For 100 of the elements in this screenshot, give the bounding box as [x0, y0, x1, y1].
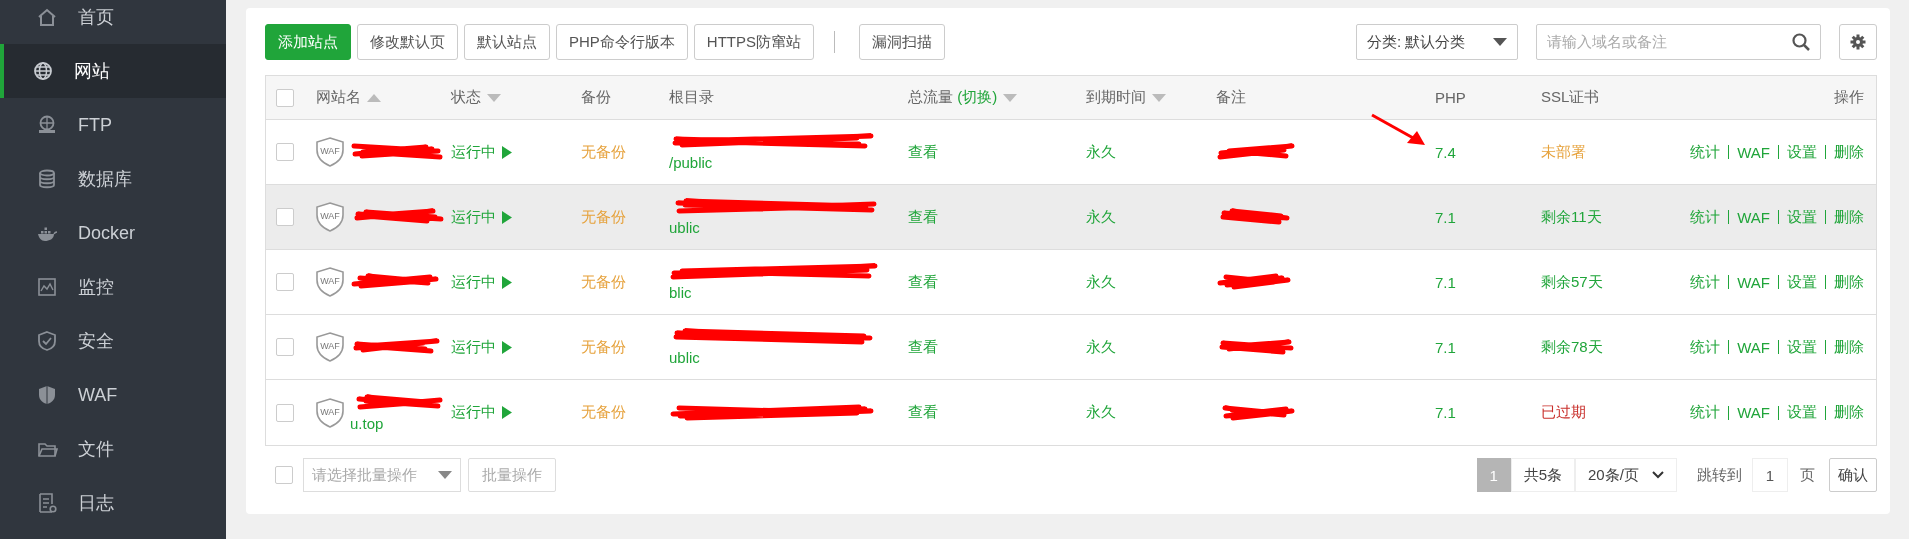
category-dropdown[interactable]: 分类: 默认分类	[1356, 24, 1518, 60]
waf-shield-icon: WAF	[316, 202, 344, 232]
action-link[interactable]: 设置	[1787, 272, 1817, 292]
add-button[interactable]: 添加站点	[265, 24, 351, 60]
traffic-link[interactable]: 查看	[908, 142, 938, 162]
ssl-status[interactable]: 剩余57天	[1541, 272, 1603, 292]
action-link[interactable]: 删除	[1834, 207, 1864, 227]
traffic-link[interactable]: 查看	[908, 403, 938, 422]
expiry-text[interactable]: 永久	[1086, 403, 1116, 422]
action-link[interactable]: WAF	[1737, 404, 1770, 421]
table-row[interactable]: WAF 运行中 无备份 blic 查看 永久 7.1 剩余57天 统计 WAF 设置 删除	[266, 250, 1876, 315]
settings-button[interactable]	[1839, 24, 1877, 60]
action-link[interactable]: 设置	[1787, 207, 1817, 227]
sidebar-item[interactable]: 数据库	[0, 152, 226, 206]
table-row[interactable]: WAF 运行中 无备份 ublic 查看 永久 7.1 剩余78天 统计 WAF 设置 删除	[266, 315, 1876, 380]
sort-down-icon[interactable]	[487, 92, 501, 103]
ssl-status[interactable]: 剩余78天	[1541, 337, 1603, 357]
sidebar-item[interactable]: WAF	[0, 368, 226, 422]
backup-status[interactable]: 无备份	[581, 272, 626, 292]
confirm-button[interactable]: 确认	[1829, 458, 1877, 492]
action-link[interactable]: 删除	[1834, 403, 1864, 422]
backup-status[interactable]: 无备份	[581, 403, 626, 422]
php-version[interactable]: 7.1	[1435, 273, 1456, 291]
column-header: 总流量 (切换)	[908, 88, 998, 107]
checkbox[interactable]	[276, 208, 294, 226]
status-text[interactable]: 运行中	[451, 272, 496, 292]
action-link[interactable]: 统计	[1690, 272, 1721, 292]
ssl-status[interactable]: 已过期	[1541, 403, 1586, 422]
ssl-status[interactable]: 未部署	[1541, 142, 1586, 162]
action-link[interactable]: WAF	[1737, 143, 1770, 161]
root-path[interactable]: ublic	[669, 218, 879, 238]
sort-down-icon[interactable]	[1003, 92, 1018, 103]
action-link[interactable]: 统计	[1690, 403, 1721, 422]
status-text[interactable]: 运行中	[451, 337, 496, 357]
sidebar-item[interactable]: 安全	[0, 314, 226, 368]
site-name[interactable]: u.top	[350, 413, 445, 434]
sort-up-icon[interactable]	[367, 92, 381, 103]
play-icon	[502, 210, 512, 224]
traffic-link[interactable]: 查看	[908, 272, 938, 292]
ssl-status[interactable]: 剩余11天	[1541, 207, 1602, 227]
root-path[interactable]: /public	[669, 153, 879, 173]
backup-status[interactable]: 无备份	[581, 142, 626, 162]
action-link[interactable]: WAF	[1737, 338, 1770, 356]
toolbar-button[interactable]: HTTPS防窜站	[693, 24, 814, 60]
expiry-text[interactable]: 永久	[1086, 337, 1116, 357]
action-link[interactable]: 删除	[1834, 337, 1864, 357]
sidebar-item[interactable]: FTP	[0, 98, 226, 152]
action-link[interactable]: WAF	[1737, 208, 1770, 226]
column-header: 操作	[1834, 88, 1864, 107]
sidebar-item[interactable]: 监控	[0, 260, 226, 314]
sidebar-item[interactable]: 文件	[0, 422, 226, 476]
page-button[interactable]: 1	[1476, 458, 1511, 492]
status-text[interactable]: 运行中	[451, 403, 496, 422]
action-link[interactable]: 统计	[1690, 207, 1721, 227]
action-link[interactable]: 设置	[1787, 403, 1817, 422]
action-link[interactable]: 统计	[1690, 142, 1721, 162]
table-row[interactable]: WAF 运行中 无备份 ublic 查看 永久 7.1 剩余11天 统计 WAF 设置 删除	[266, 185, 1876, 250]
action-link[interactable]: 设置	[1787, 337, 1817, 357]
action-link[interactable]: 删除	[1834, 142, 1864, 162]
action-link[interactable]: 统计	[1690, 337, 1721, 357]
sidebar-item[interactable]: Docker	[0, 206, 226, 260]
traffic-link[interactable]: 查看	[908, 337, 938, 357]
php-version[interactable]: 7.1	[1435, 404, 1456, 421]
traffic-link[interactable]: 查看	[908, 207, 938, 227]
action-link[interactable]: 设置	[1787, 142, 1817, 162]
toolbar-button[interactable]: 漏洞扫描	[859, 24, 945, 60]
root-path[interactable]: ublic	[669, 348, 879, 368]
checkbox[interactable]	[276, 338, 294, 356]
sidebar-item[interactable]: 网站	[0, 44, 226, 98]
checkbox[interactable]	[276, 273, 294, 291]
expiry-text[interactable]: 永久	[1086, 207, 1116, 227]
waf-shield-icon: WAF	[316, 397, 344, 428]
action-link[interactable]: 删除	[1834, 272, 1864, 292]
toolbar-button[interactable]: 默认站点	[464, 24, 550, 60]
php-version[interactable]: 7.1	[1435, 338, 1456, 356]
checkbox[interactable]	[276, 403, 294, 422]
status-text[interactable]: 运行中	[451, 142, 496, 162]
backup-status[interactable]: 无备份	[581, 337, 626, 357]
backup-status[interactable]: 无备份	[581, 207, 626, 227]
search-field[interactable]: 请输入域名或备注	[1536, 24, 1821, 60]
page-input[interactable]: 1	[1752, 458, 1788, 492]
toolbar-button[interactable]: PHP命令行版本	[556, 24, 688, 60]
expiry-text[interactable]: 永久	[1086, 272, 1116, 292]
checkbox[interactable]	[276, 88, 294, 107]
php-version[interactable]: 7.1	[1435, 208, 1456, 226]
php-version[interactable]: 7.4	[1435, 143, 1456, 161]
expiry-text[interactable]: 永久	[1086, 142, 1116, 162]
sort-down-icon[interactable]	[1152, 92, 1166, 103]
column-header: 状态	[451, 88, 481, 107]
status-text[interactable]: 运行中	[451, 207, 496, 227]
checkbox[interactable]	[276, 143, 294, 161]
page-size-dropdown[interactable]: 20条/页	[1575, 458, 1677, 492]
action-link[interactable]: WAF	[1737, 273, 1770, 291]
checkbox[interactable]	[275, 466, 293, 484]
batch-dropdown[interactable]: 请选择批量操作	[303, 458, 461, 492]
sidebar-item[interactable]: 日志	[0, 476, 226, 530]
table-row[interactable]: WAF u.top 运行中 无备份 查看 永久 7.1 已过期 统计 WAF 设置 删除	[266, 380, 1876, 445]
toolbar-button[interactable]: 修改默认页	[357, 24, 458, 60]
root-path[interactable]: blic	[669, 283, 879, 303]
sidebar-item[interactable]: 首页	[0, 0, 226, 44]
